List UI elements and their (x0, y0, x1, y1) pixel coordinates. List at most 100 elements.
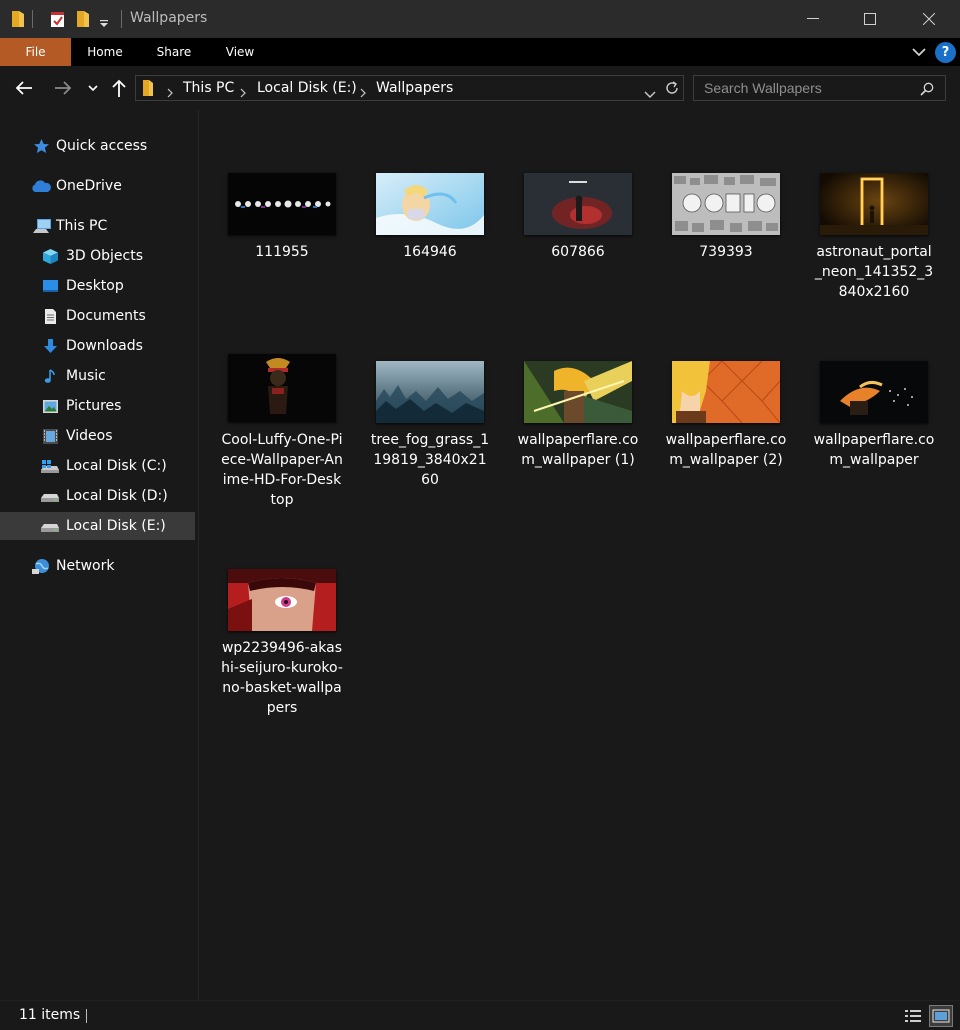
chevron-right-icon[interactable] (240, 83, 246, 102)
sidebar-item-pictures[interactable]: Pictures (0, 392, 195, 420)
computer-icon (32, 218, 52, 235)
search-input[interactable] (694, 76, 914, 100)
forward-button[interactable] (52, 77, 74, 99)
title-bar: Wallpapers (0, 0, 960, 38)
thumbnail-image (524, 173, 632, 235)
sidebar-item-desktop[interactable]: Desktop (0, 272, 195, 300)
sidebar-item-local-disk-d[interactable]: Local Disk (D:) (0, 482, 195, 510)
sidebar-item-quick-access[interactable]: Quick access (0, 132, 195, 160)
customize-quick-access-icon[interactable] (99, 14, 109, 33)
chevron-right-icon[interactable] (360, 83, 366, 102)
sidebar-item-network[interactable]: Network (0, 552, 195, 580)
file-name: wallpaperflare.com_wallpaper (2) (665, 432, 787, 468)
cloud-icon (30, 178, 52, 195)
thumbnail-image (376, 173, 484, 235)
details-view-button[interactable] (901, 1005, 925, 1027)
sidebar-item-onedrive[interactable]: OneDrive (0, 172, 195, 200)
sidebar-item-documents[interactable]: Documents (0, 302, 195, 330)
chevron-down-icon[interactable] (644, 84, 656, 103)
sidebar-item-label: Desktop (66, 278, 124, 294)
file-name: wallpaperflare.com_wallpaper (1) (517, 432, 639, 468)
file-name: astronaut_portal_neon_141352_3840x2160 (814, 244, 934, 300)
window-title: Wallpapers (130, 10, 208, 26)
address-bar[interactable]: This PC Local Disk (E:) Wallpapers (135, 75, 684, 101)
item-count: 11 items (19, 1007, 81, 1023)
file-name: 111955 (255, 244, 309, 260)
sidebar-item-music[interactable]: Music (0, 362, 195, 390)
sidebar-item-label: Documents (66, 308, 146, 324)
thumbnail-image (820, 173, 928, 235)
back-button[interactable] (13, 77, 35, 99)
file-name: wallpaperflare.com_wallpaper (813, 432, 935, 468)
file-name: 607866 (551, 244, 605, 260)
pictures-icon (42, 398, 59, 415)
download-icon (42, 338, 59, 355)
breadcrumb-this-pc[interactable]: This PC (183, 80, 234, 96)
sidebar-item-3d-objects[interactable]: 3D Objects (0, 242, 195, 270)
sidebar-item-label: This PC (56, 218, 108, 234)
thumbnail-image (820, 361, 928, 423)
file-name: tree_fog_grass_119819_3840x2160 (370, 432, 490, 488)
navigation-bar: This PC Local Disk (E:) Wallpapers (0, 66, 960, 110)
folder-icon[interactable] (11, 10, 25, 32)
sidebar-item-label: 3D Objects (66, 248, 144, 264)
file-list: 111955 164946 607866 739393 astronaut_po… (201, 110, 960, 1000)
large-icons-view-button[interactable] (929, 1005, 953, 1027)
folder-icon (142, 79, 154, 101)
video-icon (42, 428, 59, 445)
network-icon (31, 558, 51, 575)
navigation-pane: Quick access OneDrive This PC 3D Objects… (0, 110, 198, 1000)
sidebar-item-label: Videos (66, 428, 113, 444)
breadcrumb-local-disk-e[interactable]: Local Disk (E:) (257, 80, 357, 96)
sidebar-item-label: Music (66, 368, 106, 384)
search-box[interactable] (693, 75, 946, 101)
drive-icon (40, 488, 60, 505)
search-icon[interactable] (920, 81, 934, 100)
windows-drive-icon (40, 458, 60, 475)
expand-ribbon-icon[interactable] (911, 44, 927, 63)
refresh-icon[interactable] (664, 80, 680, 100)
thumbnail-image (228, 173, 336, 235)
tab-file[interactable]: File (0, 38, 71, 66)
thumbnail-image (376, 361, 484, 423)
tab-home[interactable]: Home (76, 38, 134, 66)
thumbnail-image (524, 361, 632, 423)
new-folder-icon[interactable] (76, 10, 90, 32)
sidebar-item-label: Local Disk (D:) (66, 488, 168, 504)
up-button[interactable] (108, 77, 130, 99)
sidebar-item-this-pc[interactable]: This PC (0, 212, 195, 240)
sidebar-item-label: Local Disk (E:) (66, 518, 166, 534)
sidebar-item-videos[interactable]: Videos (0, 422, 195, 450)
music-icon (42, 368, 59, 385)
breadcrumb-wallpapers[interactable]: Wallpapers (376, 80, 453, 96)
sidebar-item-local-disk-e[interactable]: Local Disk (E:) (0, 512, 195, 540)
thumbnail-image (672, 173, 780, 235)
thumbnail-image (228, 354, 336, 422)
chevron-right-icon[interactable] (167, 83, 173, 102)
sidebar-item-local-disk-c[interactable]: Local Disk (C:) (0, 452, 195, 480)
maximize-button[interactable] (841, 0, 899, 38)
sidebar-item-downloads[interactable]: Downloads (0, 332, 195, 360)
desktop-icon (42, 278, 59, 295)
thumbnail-image (672, 361, 780, 423)
minimize-button[interactable] (784, 0, 842, 38)
close-button[interactable] (900, 0, 958, 38)
drive-icon (40, 518, 60, 535)
file-name: wp2239496-akashi-seijuro-kuroko-no-baske… (221, 640, 343, 716)
thumbnail-image (228, 569, 336, 631)
pane-divider[interactable] (198, 110, 199, 1000)
tab-share[interactable]: Share (146, 38, 202, 66)
file-name: 164946 (403, 244, 457, 260)
status-bar: 11 items (0, 1000, 960, 1030)
star-icon (33, 138, 50, 155)
recent-locations-button[interactable] (82, 77, 104, 99)
cube-icon (42, 248, 59, 265)
tab-view[interactable]: View (214, 38, 266, 66)
file-name: 739393 (699, 244, 753, 260)
document-icon (42, 308, 59, 325)
sidebar-item-label: OneDrive (56, 178, 122, 194)
sidebar-item-label: Quick access (56, 138, 148, 154)
status-divider (86, 1009, 87, 1023)
help-icon[interactable]: ? (935, 42, 956, 63)
properties-icon[interactable] (50, 10, 66, 32)
